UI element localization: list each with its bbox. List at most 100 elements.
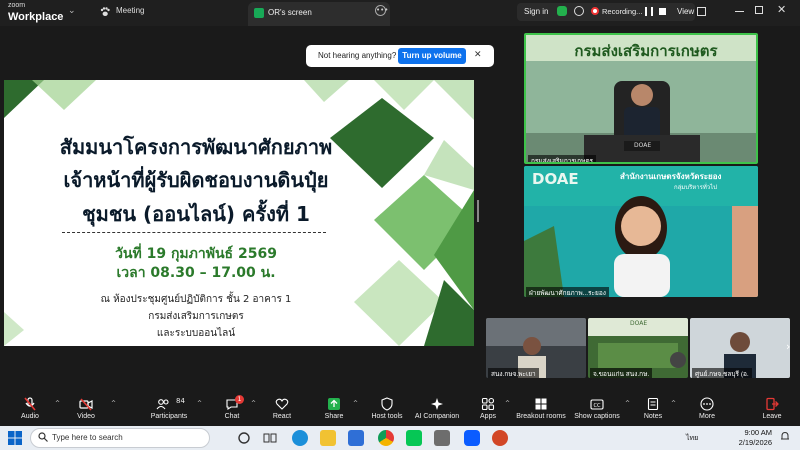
- tab-meeting[interactable]: Meeting: [116, 6, 144, 15]
- shield-icon[interactable]: [557, 6, 567, 16]
- video-button[interactable]: Video ^: [64, 392, 116, 426]
- turn-up-volume-button[interactable]: Turn up volume: [398, 48, 466, 64]
- search-icon: [38, 432, 48, 442]
- chevron-up-icon[interactable]: ^: [671, 400, 676, 407]
- chevron-right-icon[interactable]: ›: [786, 340, 790, 353]
- leave-label: Leave: [762, 413, 782, 420]
- cortana-icon[interactable]: [236, 430, 252, 446]
- slide-title-line-3: ชุมชน (ออนไลน์) ครั้งที่ 1: [82, 202, 310, 226]
- clock-date[interactable]: 2/19/2026: [726, 438, 772, 447]
- info-icon[interactable]: [574, 6, 584, 16]
- participant-strip: สนง.กษจ.พะเยา DOAE จ.ขอนแก่น สนง.กษ. ศูน…: [486, 318, 796, 378]
- svg-text:CC: CC: [594, 403, 601, 409]
- host-tools-button[interactable]: Host tools: [366, 392, 408, 426]
- share-icon: [328, 398, 340, 410]
- search-placeholder: Type here to search: [52, 433, 123, 442]
- breakout-icon: [535, 398, 547, 410]
- slide-title-line-1: สัมมนาโครงการพัฒนาศักยภาพ: [59, 135, 333, 159]
- line-app-icon[interactable]: [406, 430, 422, 446]
- share-label: Share: [324, 413, 344, 420]
- chevron-up-icon[interactable]: ^: [353, 400, 358, 407]
- camera-off-icon: [79, 398, 93, 411]
- thumbnail-tile[interactable]: สนง.กษจ.พะเยา: [486, 318, 586, 378]
- more-icon[interactable]: •••: [375, 5, 388, 16]
- heart-icon: [275, 398, 289, 410]
- chrome-icon[interactable]: [378, 430, 394, 446]
- host-tools-label: Host tools: [371, 413, 403, 420]
- chevron-up-icon[interactable]: ^: [505, 400, 510, 407]
- file-explorer-icon[interactable]: [320, 430, 336, 446]
- slide-place-line-2: กรมส่งเสริมการเกษตร: [148, 311, 244, 322]
- audio-button[interactable]: Audio ^: [8, 392, 60, 426]
- chat-button[interactable]: 1 Chat ^: [216, 392, 256, 426]
- powerpoint-icon[interactable]: [492, 430, 508, 446]
- input-language[interactable]: ไทย: [686, 433, 698, 444]
- sign-in-link[interactable]: Sign in: [524, 7, 548, 16]
- share-screen-icon: [254, 8, 264, 18]
- ai-companion-button[interactable]: AI Companion: [414, 392, 460, 426]
- doae-logo: DOAE: [532, 170, 579, 188]
- react-button[interactable]: React: [266, 392, 298, 426]
- thumbnail-tile[interactable]: DOAE จ.ขอนแก่น สนง.กษ.: [588, 318, 688, 378]
- video-tile-speaker[interactable]: DOAE สำนักงานเกษตรจังหวัดระยอง กลุ่มบริห…: [524, 166, 758, 297]
- doae-logo: DOAE: [630, 320, 648, 327]
- more-button[interactable]: More: [692, 392, 722, 426]
- windows-start-icon[interactable]: [8, 431, 22, 445]
- notification-icon[interactable]: [780, 431, 790, 442]
- participant-name: กรมส่งเสริมการเกษตร: [528, 155, 597, 162]
- slide-time: เวลา 08.30 – 17.00 น.: [116, 265, 276, 281]
- participant-name: จ.ขอนแก่น สนง.กษ.: [590, 368, 653, 378]
- shield-icon: [381, 397, 393, 411]
- breakout-rooms-button[interactable]: Breakout rooms: [514, 392, 568, 426]
- apps-icon: [481, 397, 495, 411]
- view-button[interactable]: View: [677, 7, 694, 16]
- thumbnail-tile[interactable]: ศูนย์.กษจ.ชลบุรี (อ.: [690, 318, 790, 378]
- leave-icon: [766, 397, 779, 411]
- captions-icon: CC: [590, 399, 604, 410]
- pause-icon[interactable]: [645, 7, 653, 16]
- participants-button[interactable]: 84 Participants ^: [144, 392, 202, 426]
- participants-count: 84: [176, 397, 185, 405]
- grid-app-icon[interactable]: [434, 430, 450, 446]
- meeting-toolbar: Audio ^ Video ^ 84 Participants ^ 1 Chat…: [0, 392, 800, 426]
- captions-button[interactable]: CC Show captions ^: [572, 392, 630, 426]
- close-icon[interactable]: ✕: [474, 50, 482, 60]
- slide-title-line-2: เจ้าหน้าที่ผู้รับผิดชอบงานดินปุ๋ย: [63, 168, 329, 192]
- mail-icon[interactable]: [348, 430, 364, 446]
- participants-label: Participants: [150, 413, 188, 420]
- tab-shared-screen-label: OR's screen: [268, 8, 312, 17]
- maximize-icon[interactable]: [755, 6, 763, 14]
- chevron-up-icon[interactable]: ^: [55, 400, 60, 407]
- grid-icon[interactable]: [697, 7, 706, 16]
- breakout-rooms-label: Breakout rooms: [516, 413, 566, 420]
- chat-badge: 1: [235, 395, 244, 404]
- notes-label: Notes: [643, 413, 663, 420]
- edge-icon[interactable]: [292, 430, 308, 446]
- app-logo-top: zoom: [8, 2, 26, 9]
- chat-label: Chat: [224, 413, 240, 420]
- captions-label: Show captions: [574, 413, 620, 420]
- video-tile-host[interactable]: กรมส่งเสริมการเกษตร DOAE กรมส่งเสริมการเ…: [524, 33, 758, 164]
- stop-icon[interactable]: [659, 8, 666, 15]
- desk-sign: DOAE: [634, 142, 652, 149]
- minimize-icon[interactable]: [735, 11, 744, 12]
- apps-button[interactable]: Apps ^: [474, 392, 510, 426]
- chevron-up-icon[interactable]: ^: [111, 400, 116, 407]
- clock-time[interactable]: 9:00 AM: [732, 428, 772, 437]
- share-button[interactable]: Share ^: [318, 392, 358, 426]
- people-icon: [156, 399, 169, 410]
- slide-place-line-1: ณ ห้องประชุมศูนย์ปฏิบัติการ ชั้น 2 อาคาร…: [100, 294, 292, 305]
- zoom-app-icon[interactable]: [464, 430, 480, 446]
- panel-resize-handle[interactable]: [477, 200, 479, 222]
- chevron-up-icon[interactable]: ^: [197, 400, 202, 407]
- close-icon[interactable]: ✕: [777, 3, 786, 16]
- chevron-up-icon[interactable]: ^: [625, 400, 630, 407]
- task-view-icon[interactable]: [262, 430, 278, 446]
- more-label: More: [699, 413, 715, 420]
- chevron-down-icon[interactable]: ⌄: [68, 6, 76, 16]
- sparkle-icon: [431, 398, 443, 410]
- notes-button[interactable]: Notes ^: [638, 392, 676, 426]
- paw-icon: [100, 7, 110, 16]
- chevron-up-icon[interactable]: ^: [251, 400, 256, 407]
- leave-button[interactable]: Leave: [756, 392, 788, 426]
